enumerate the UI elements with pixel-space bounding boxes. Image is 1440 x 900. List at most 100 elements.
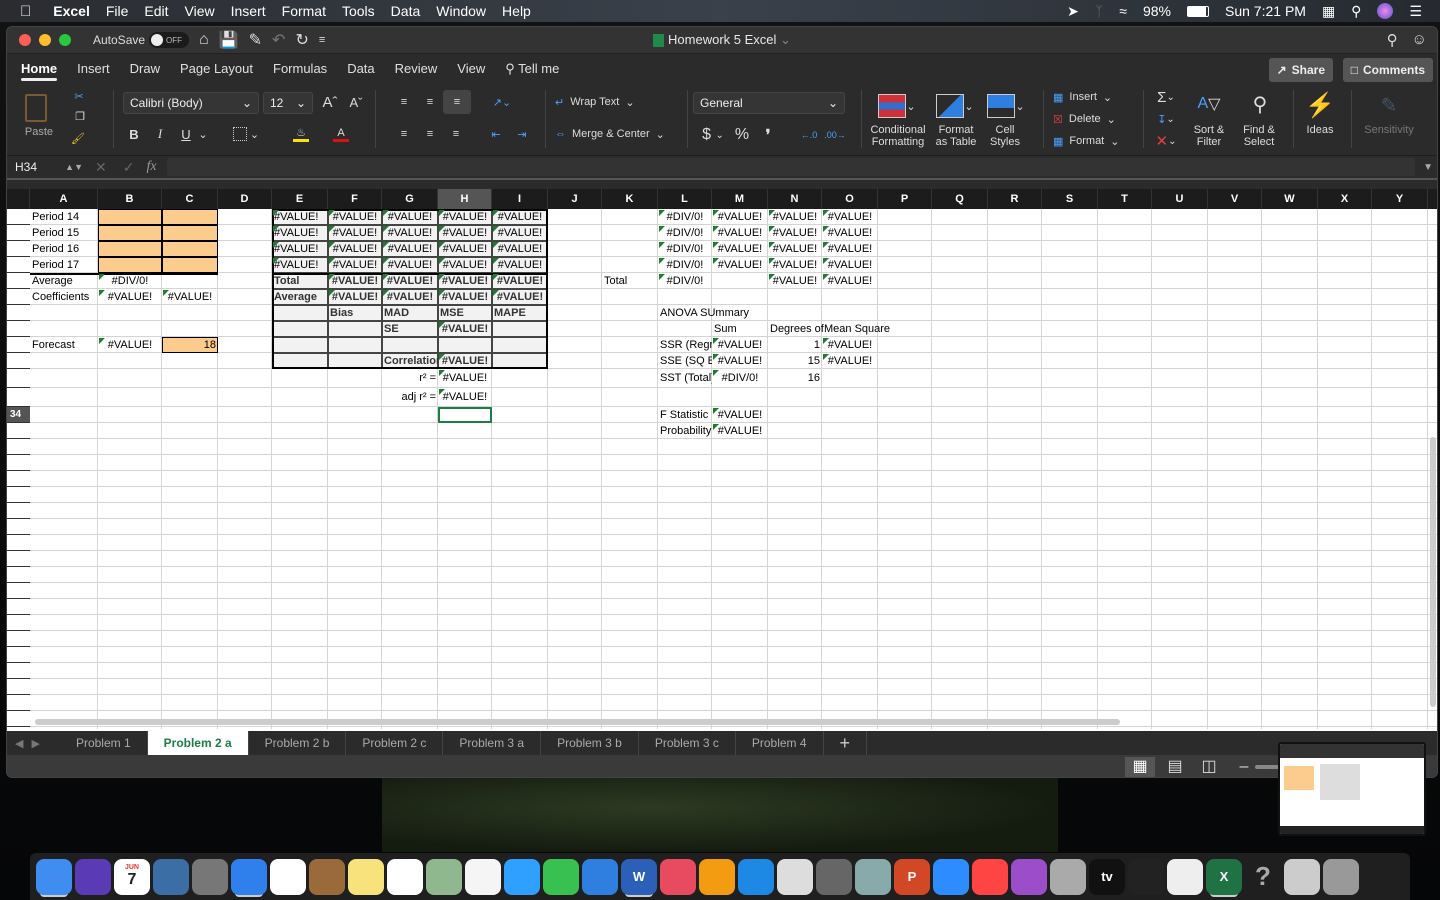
row-header-36[interactable]: 36 (7, 439, 30, 455)
cell-g33[interactable]: adj r² = (382, 388, 438, 407)
dock-mail-icon[interactable] (153, 858, 189, 895)
cell-c30[interactable]: 18 (162, 337, 218, 353)
error-indicator-icon[interactable] (493, 226, 499, 232)
error-indicator-icon[interactable] (329, 274, 335, 280)
cell-e23[interactable]: #VALUE! (272, 225, 328, 241)
borders-button[interactable]: ⌄ (229, 124, 263, 144)
cell-l32[interactable]: SST (Total) (658, 369, 712, 388)
menu-edit[interactable]: Edit (136, 3, 176, 19)
notification-center-icon[interactable]: ☰ (1409, 3, 1422, 20)
cell-n30[interactable]: 1 (768, 337, 822, 353)
error-indicator-icon[interactable] (659, 274, 665, 280)
cell-e27[interactable]: Average (272, 289, 328, 305)
column-header-k[interactable]: K (602, 189, 658, 209)
cell-c27[interactable]: #VALUE! (162, 289, 218, 305)
zoom-window-button[interactable] (59, 34, 71, 46)
error-indicator-icon[interactable] (383, 290, 389, 296)
normal-view-icon[interactable]: ▦ (1125, 757, 1155, 777)
cell-g22[interactable]: #VALUE! (382, 209, 438, 225)
row-header-40[interactable]: 40 (7, 503, 30, 519)
dock-music-icon[interactable] (972, 858, 1008, 895)
row-header-52[interactable]: 52 (7, 695, 30, 711)
row-header-44[interactable]: 44 (7, 567, 30, 583)
error-indicator-icon[interactable] (439, 290, 445, 296)
autosum-icon[interactable]: Σ ⌄ (1151, 88, 1181, 106)
conditional-formatting-button[interactable]: ⌄ (875, 92, 919, 120)
dock-calendar-icon[interactable]: JUN 7 (114, 858, 150, 895)
dock-terminal-icon[interactable] (1128, 858, 1164, 895)
sheet-tab-problem-4[interactable]: Problem 4 (736, 731, 824, 755)
cell-l31[interactable]: SSE (SQ Er (658, 353, 712, 369)
row-header-49[interactable]: 49 (7, 647, 30, 663)
cell-f22[interactable]: #VALUE! (328, 209, 382, 225)
spreadsheet-grid[interactable]: ABCDEFGHIJKLMNOPQRSTUVWXY 22 23 24 25 26 27 28… (7, 189, 1437, 731)
cell-h25[interactable]: #VALUE! (438, 257, 492, 273)
error-indicator-icon[interactable] (273, 242, 279, 248)
decrease-font-size-icon[interactable]: Aˇ (347, 92, 365, 112)
align-left-icon[interactable]: ≡ (395, 124, 413, 144)
clear-icon[interactable]: ✕ ⌄ (1151, 132, 1181, 150)
menu-tools[interactable]: Tools (334, 3, 383, 19)
tab-formulas[interactable]: Formulas (263, 54, 337, 84)
error-indicator-icon[interactable] (329, 210, 335, 216)
sheet-tab-problem-1[interactable]: Problem 1 (60, 731, 148, 755)
dock-tv-icon[interactable]: tv (1089, 858, 1125, 895)
cell-o30[interactable]: #VALUE! (822, 337, 878, 353)
vertical-scrollbar[interactable] (1430, 437, 1436, 707)
cell-m22[interactable]: #VALUE! (712, 209, 768, 225)
cell-f25[interactable]: #VALUE! (328, 257, 382, 273)
cell-b26[interactable]: #DIV/0! (98, 273, 162, 289)
error-indicator-icon[interactable] (713, 226, 719, 232)
dock-notes-icon[interactable] (348, 858, 384, 895)
row-header-24[interactable]: 24 (7, 241, 30, 257)
error-indicator-icon[interactable] (383, 258, 389, 264)
row-header-53[interactable]: 53 (7, 711, 30, 727)
cell-n32[interactable]: 16 (768, 369, 822, 388)
error-indicator-icon[interactable] (439, 322, 445, 328)
confirm-formula-icon[interactable]: ✓ (123, 159, 135, 176)
cell-i25[interactable]: #VALUE! (492, 257, 548, 273)
dock-maps-icon[interactable] (426, 858, 462, 895)
sheet-tab-problem-3-b[interactable]: Problem 3 b (541, 731, 639, 755)
row-header-30[interactable]: 30 (7, 337, 30, 353)
underline-button[interactable]: U (177, 124, 195, 144)
column-header-s[interactable]: S (1042, 189, 1098, 209)
cell-l34[interactable]: F Statistic (658, 407, 712, 423)
autosave-toggle[interactable]: OFF (149, 32, 190, 48)
error-indicator-icon[interactable] (383, 226, 389, 232)
column-header-h[interactable]: H (438, 189, 492, 209)
increase-indent-icon[interactable]: ⇥ (513, 124, 531, 144)
column-header-x[interactable]: X (1318, 189, 1372, 209)
dock-preview-icon[interactable] (855, 858, 891, 895)
cell-a25[interactable]: Period 17 (30, 257, 98, 273)
name-box-stepper-icon[interactable]: ▲▼ (65, 157, 83, 177)
dock-launchpad-icon[interactable] (192, 858, 228, 895)
dock-textedit-icon[interactable] (1167, 858, 1203, 895)
error-indicator-icon[interactable] (823, 354, 829, 360)
error-indicator-icon[interactable] (99, 290, 105, 296)
tab-data[interactable]: Data (337, 54, 384, 84)
cell-g28[interactable]: MAD (382, 305, 438, 321)
error-indicator-icon[interactable] (439, 226, 445, 232)
cell-a24[interactable]: Period 16 (30, 241, 98, 257)
wifi-icon[interactable]: ≈ (1119, 3, 1127, 19)
select-all-corner[interactable] (7, 189, 30, 209)
cell-i26[interactable]: #VALUE! (492, 273, 548, 289)
error-indicator-icon[interactable] (823, 274, 829, 280)
error-indicator-icon[interactable] (439, 258, 445, 264)
cell-h31[interactable]: #VALUE! (438, 353, 492, 369)
search-icon[interactable]: ⚲ (1387, 31, 1398, 49)
cell-a26[interactable]: Average (30, 273, 98, 289)
percent-button[interactable]: % (731, 124, 753, 146)
menu-app-name[interactable]: Excel (45, 3, 98, 19)
cell-k26[interactable]: Total (602, 273, 658, 289)
number-format-dropdown[interactable]: General ⌄ (693, 92, 845, 114)
cell-n22[interactable]: #VALUE! (768, 209, 822, 225)
battery-percent[interactable]: 98% (1143, 3, 1171, 19)
tab-draw[interactable]: Draw (120, 54, 170, 84)
horizontal-scrollbar[interactable] (35, 719, 1120, 725)
cell-n25[interactable]: #VALUE! (768, 257, 822, 273)
apple-menu-icon[interactable]:  (0, 3, 45, 20)
dock-numbers-icon[interactable] (777, 858, 813, 895)
cell-i28[interactable]: MAPE (492, 305, 548, 321)
